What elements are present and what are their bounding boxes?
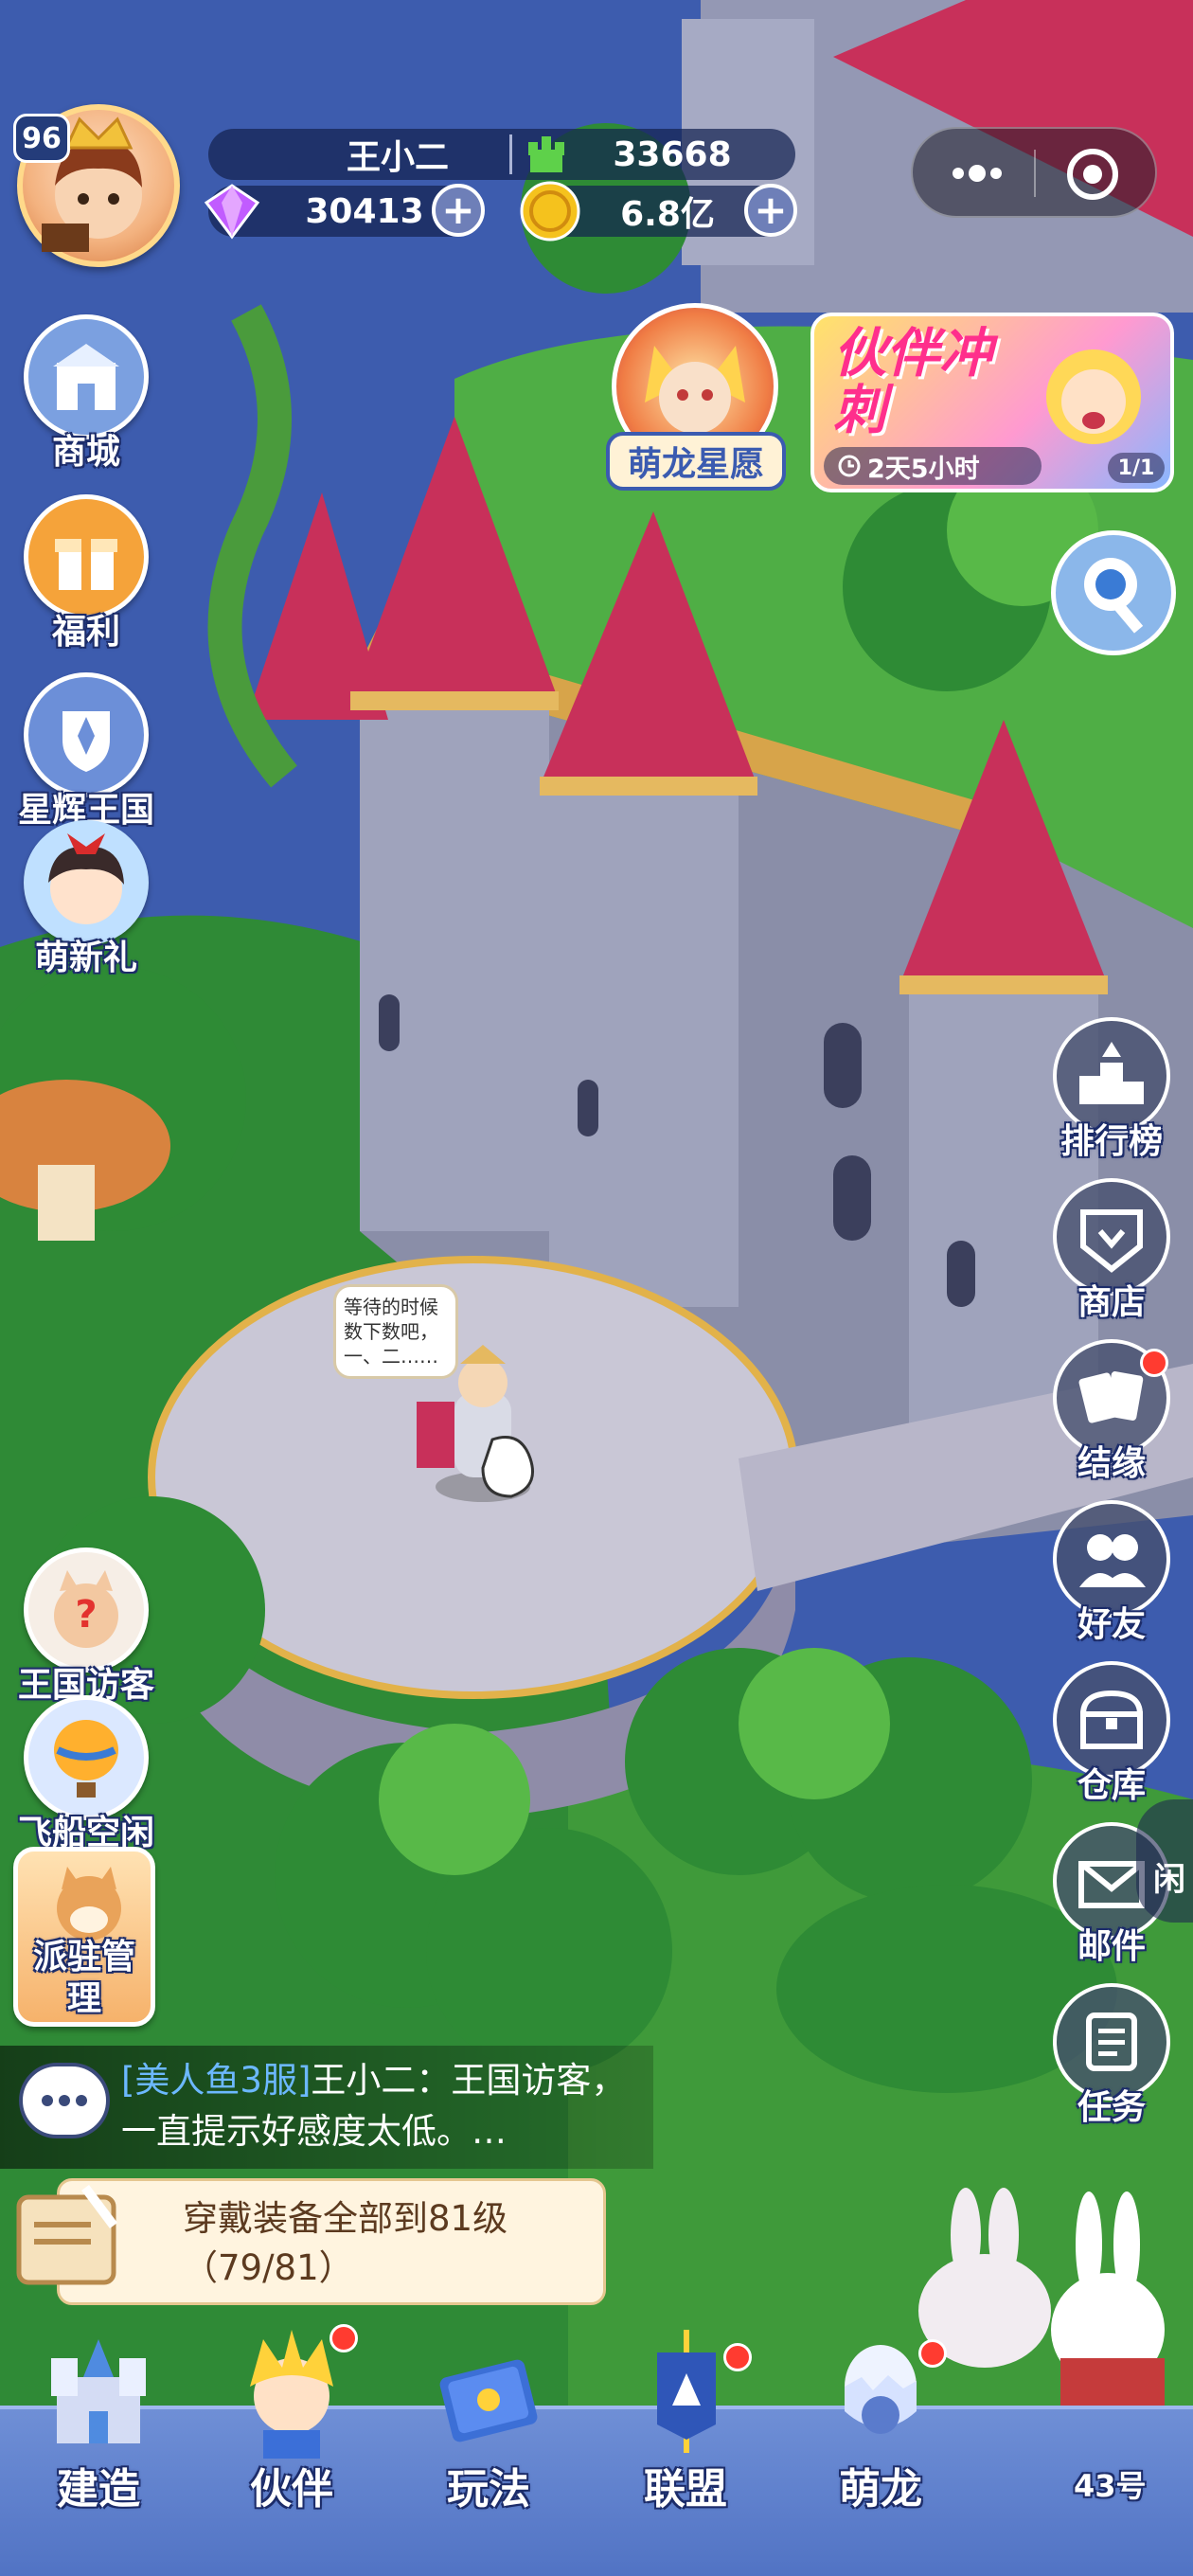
capsule-divider: [1034, 150, 1036, 197]
dragon-wish-label: 萌龙星愿: [606, 432, 786, 491]
target-close-icon: [1067, 149, 1118, 200]
gold-count: 6.8亿: [620, 195, 715, 234]
player-info-bar: 王小二 33668: [208, 129, 795, 180]
nav-partner[interactable]: 伙伴: [197, 2320, 386, 2557]
player-level-badge: 96: [13, 114, 70, 163]
add-diamonds-button[interactable]: +: [432, 184, 485, 237]
more-dots-icon: [953, 165, 1002, 182]
princess-icon: [1046, 349, 1141, 444]
alliance-banner-icon: [657, 2330, 716, 2453]
spellbook-icon: [439, 2359, 538, 2442]
nav-label: 伙伴: [250, 2465, 333, 2513]
gift-box-icon: [24, 494, 149, 619]
hot-air-balloon-icon: [24, 1695, 149, 1820]
nav-dragon[interactable]: 萌龙: [786, 2320, 975, 2557]
side-item-welfare[interactable]: 福利: [15, 494, 157, 653]
side-item-label: 商城: [51, 433, 120, 472]
chat-channel: [美人鱼3服]: [121, 2060, 312, 2101]
side-item-label: 结缘: [1077, 1444, 1146, 1483]
timer-text: 2天5小时: [867, 454, 980, 484]
side-item-label: 好友: [1077, 1605, 1146, 1644]
side-item-warehouse[interactable]: 仓库: [1045, 1661, 1178, 1807]
side-item-label: 商店: [1077, 1283, 1146, 1322]
notification-dot: [918, 2339, 947, 2368]
side-item-label: 任务: [1077, 2088, 1146, 2127]
more-options-button[interactable]: [947, 161, 1007, 186]
task-text: 穿戴装备全部到81级 （79/81）: [183, 2194, 507, 2293]
side-item-leaderboard[interactable]: 排行榜: [1045, 1017, 1178, 1163]
side-item-bond[interactable]: 结缘: [1045, 1339, 1178, 1485]
visitor-question-icon: ?: [24, 1547, 149, 1673]
banner-page-indicator: 1/1: [1108, 453, 1165, 483]
nav-gameplay[interactable]: 玩法: [394, 2320, 583, 2557]
npc-speech-bubble: 等待的时候数下数吧，一、二……: [333, 1284, 458, 1379]
nav-alliance[interactable]: 联盟: [591, 2320, 780, 2557]
player-power: 33668: [613, 134, 732, 174]
side-item-tasks[interactable]: 任务: [1045, 1983, 1178, 2129]
side-item-newbie-gift[interactable]: 萌新礼: [15, 820, 157, 979]
notification-dot: [329, 2324, 358, 2352]
side-item-friends[interactable]: 好友: [1045, 1500, 1178, 1646]
server-tag: 43号: [1074, 2468, 1147, 2504]
partner-sprint-timer: 2天5小时: [824, 447, 1042, 485]
crest-icon: [24, 672, 149, 797]
partner-sprint-banner[interactable]: 伙伴冲刺 2天5小时 1/1: [810, 313, 1174, 492]
side-item-label: 仓库: [1077, 1766, 1146, 1805]
diamond-icon: [204, 184, 260, 240]
castle-build-icon: [51, 2339, 146, 2443]
notification-dot: [723, 2343, 752, 2371]
task-title: 穿戴装备全部到81级: [183, 2198, 508, 2239]
close-miniprogram-button[interactable]: [1064, 146, 1121, 203]
nav-label: 联盟: [644, 2465, 727, 2513]
miniprogram-capsule: [911, 127, 1157, 218]
player-name: 王小二: [346, 138, 449, 177]
side-item-shop[interactable]: 商店: [1045, 1178, 1178, 1324]
side-item-garrison-management[interactable]: 派驻管理: [13, 1847, 155, 2027]
nav-label: 建造: [57, 2465, 140, 2513]
gold-coin-icon: [520, 181, 580, 242]
side-item-label: 萌新礼: [34, 939, 137, 977]
nav-label: 玩法: [447, 2465, 530, 2513]
shiba-dog-icon: [57, 1867, 121, 1941]
dragon-egg-icon: [845, 2345, 917, 2434]
side-item-label: 邮件: [1077, 1927, 1146, 1966]
idle-indicator[interactable]: 闲: [1136, 1799, 1193, 1923]
side-item-label: 福利: [51, 613, 120, 652]
girl-avatar-icon: [24, 820, 149, 945]
chat-ticker[interactable]: [美人鱼3服]王小二：王国访客，一直提示好感度太低。…: [0, 2046, 653, 2169]
quest-scroll-icon: [16, 2185, 117, 2285]
side-item-label: 派驻管理: [32, 1938, 135, 2018]
current-task-panel[interactable]: 穿戴装备全部到81级 （79/81）: [57, 2178, 606, 2305]
divider: [509, 134, 512, 174]
mall-icon: [24, 314, 149, 439]
chat-message: [美人鱼3服]王小二：王国访客，一直提示好感度太低。…: [121, 2055, 642, 2157]
side-item-star-kingdom[interactable]: 星辉王国: [15, 672, 157, 832]
nav-label: 萌龙: [839, 2465, 922, 2513]
add-gold-button[interactable]: +: [744, 184, 797, 237]
diamond-count: 30413: [305, 191, 424, 231]
castle-power-icon: [528, 136, 564, 172]
side-item-kingdom-visitor[interactable]: ? 王国访客: [15, 1547, 157, 1707]
side-item-label: 排行榜: [1059, 1122, 1163, 1161]
magnifier-icon: [1084, 558, 1144, 634]
side-item-airship-idle[interactable]: 飞船空闲: [15, 1695, 157, 1854]
chat-bubble-icon: [19, 2063, 110, 2138]
nav-build[interactable]: 建造: [4, 2320, 193, 2557]
dragon-wish-event[interactable]: 萌龙星愿: [606, 303, 786, 492]
svg-text:?: ?: [75, 1593, 97, 1637]
magnifier-button[interactable]: [1051, 530, 1176, 655]
task-progress: （79/81）: [183, 2247, 354, 2288]
side-item-mall[interactable]: 商城: [15, 314, 157, 474]
clock-icon: [838, 455, 861, 477]
partner-sprint-title: 伙伴冲刺: [833, 323, 992, 441]
notification-dot: [1140, 1349, 1168, 1377]
